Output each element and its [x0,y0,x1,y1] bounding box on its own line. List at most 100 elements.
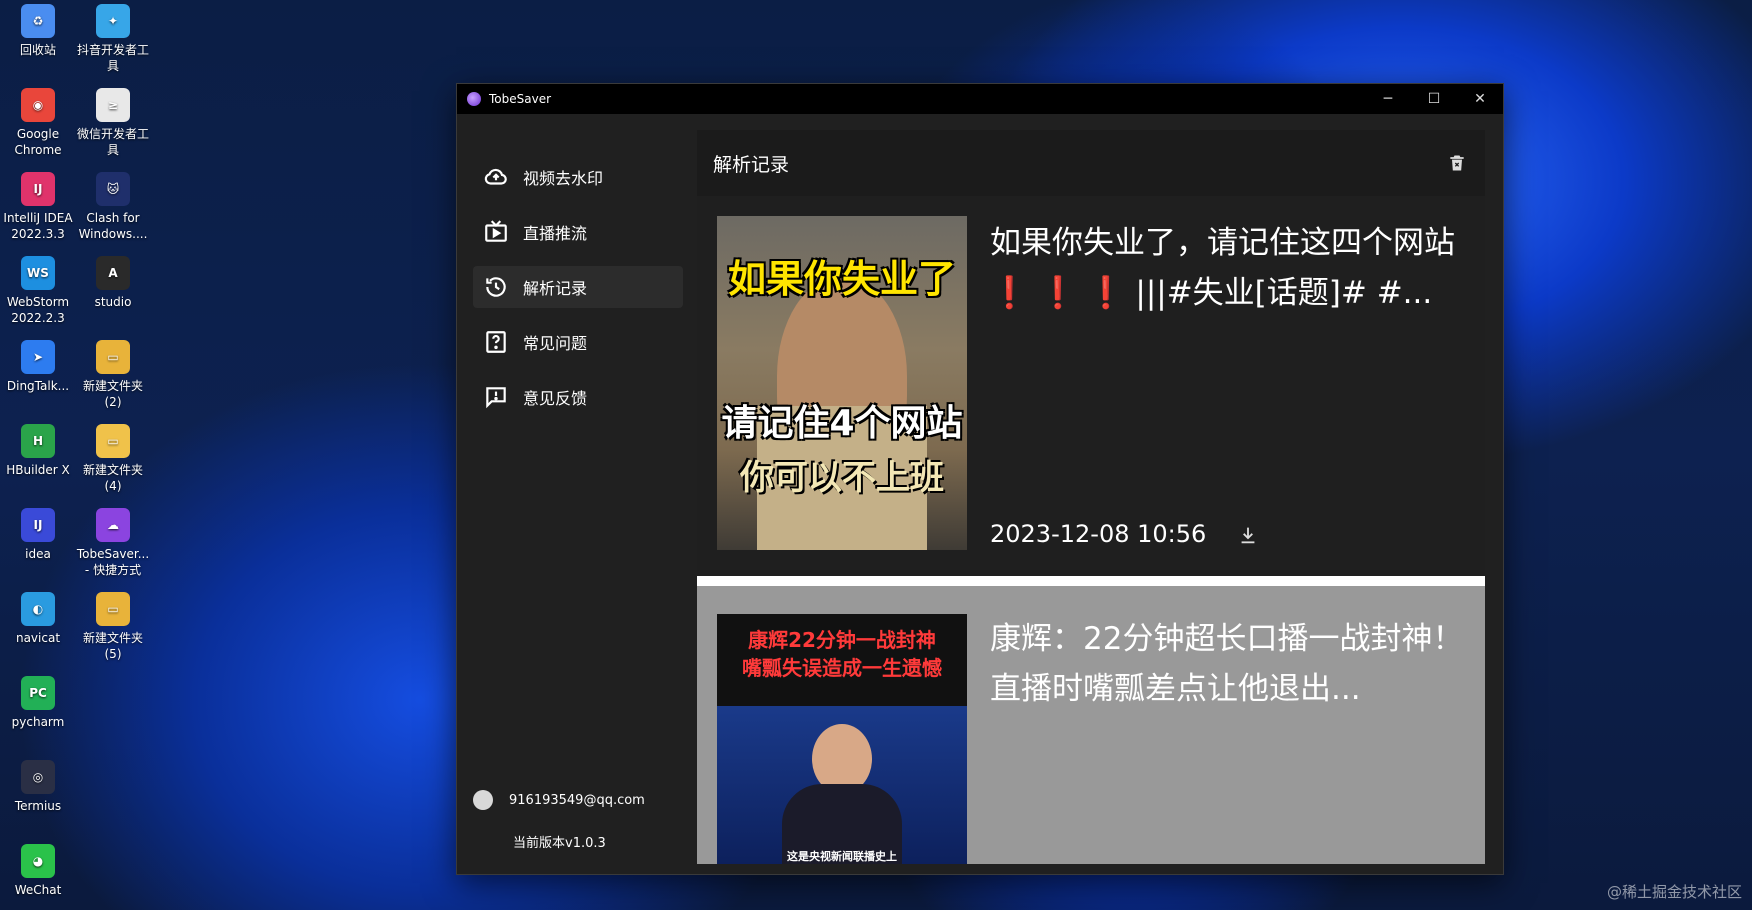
thumb-caption-sub: 嘴瓢失误造成一生遗憾 [742,656,942,680]
app-shortcut-icon: IJ [21,508,55,542]
desktop-icon[interactable]: IJ IntelliJ IDEA 2022.3.3 [0,168,76,242]
desktop-icon[interactable]: ▭ 新建文件夹 (4) [75,420,151,494]
record-card[interactable]: 康辉22分钟一战封神 嘴瓢失误造成一生遗憾 这是央视新闻联播史上 康辉：22分钟… [697,586,1485,864]
nav-label: 解析记录 [523,279,588,298]
desktop-icon[interactable]: ➤ DingTalk... [0,336,76,394]
desktop-icon[interactable]: ◎ Termius [0,756,76,814]
desktop-icon[interactable]: 🐱 Clash for Windows.... [75,168,151,242]
desktop-icon[interactable]: WS WebStorm 2022.2.3 [0,252,76,326]
nav-item-feedback[interactable]: 意见反馈 [473,376,683,418]
desktop-icon[interactable]: Astudio [75,252,151,310]
user-account[interactable]: 916193549@qq.com [473,790,645,810]
desktop-icon-label: HBuilder X [6,463,70,477]
card-divider [697,576,1485,586]
app-shortcut-icon: ▭ [96,592,130,626]
cloud-upload-icon [484,168,507,185]
app-shortcut-icon: ♻ [21,4,55,38]
desktop-icon-label: Termius [14,799,62,813]
nav-item-live-stream[interactable]: 直播推流 [473,211,683,253]
app-shortcut-icon: A [96,256,130,290]
desktop-icon[interactable]: ✦ 抖音开发者工 具 [75,0,151,74]
main-header: 解析记录 [697,130,1485,196]
desktop-icon[interactable]: PC pycharm [0,672,76,730]
trash-icon[interactable] [1447,153,1467,173]
app-shortcut-icon: 🐱 [96,172,130,206]
thumb-caption-top: 康辉22分钟一战封神 [748,628,936,652]
desktop-icon-label: idea [25,547,51,561]
history-icon [486,277,506,297]
desktop-icon-label: 新建文件夹 (4) [82,463,143,493]
sidebar: 视频去水印 直播推流 解析记录 常见问题 意见反馈 916193549@qq.c… [457,114,689,874]
user-email: 916193549@qq.com [509,792,645,808]
title-bar[interactable]: TobeSaver ─ ☐ ✕ [457,84,1503,114]
app-shortcut-icon: WS [21,256,55,290]
record-title-tags: |||#失业[话题]# #... [1135,275,1433,311]
close-button[interactable]: ✕ [1457,84,1503,114]
record-title[interactable]: 康辉：22分钟超长口播一战封神！直播时嘴瓢差点让他退出... [990,614,1465,714]
nav-label: 意见反馈 [523,389,588,408]
avatar [473,790,493,810]
nav-item-faq[interactable]: 常见问题 [473,321,683,363]
app-shortcut-icon: ☁ [96,508,130,542]
nav-item-history[interactable]: 解析记录 [473,266,683,308]
desktop-icon-label: Google Chrome [14,127,62,157]
nav-label: 视频去水印 [523,169,604,188]
desktop-icon-label: navicat [15,631,61,645]
desktop-icon-label: 抖音开发者工 具 [76,43,149,73]
maximize-button[interactable]: ☐ [1411,84,1457,114]
question-icon [486,331,506,353]
desktop-icon-label: studio [94,295,132,309]
app-shortcut-icon: ◐ [21,592,55,626]
nav-item-remove-watermark[interactable]: 视频去水印 [473,156,683,198]
desktop-icon-label: WeChat [14,883,62,897]
feedback-icon [486,387,506,409]
desktop-icon[interactable]: ≥ 微信开发者工 具 [75,84,151,158]
version-label: 当前版本v1.0.3 [513,836,606,851]
desktop-icon-label: 新建文件夹 (2) [82,379,143,409]
video-thumbnail[interactable]: 如果你失业了 请记住4个网站 你可以不上班 [717,216,967,550]
desktop-icon[interactable]: ◉ Google Chrome [0,84,76,158]
window-title: TobeSaver [489,92,552,106]
app-shortcut-icon: PC [21,676,55,710]
desktop-icon[interactable]: H HBuilder X [0,420,76,478]
desktop-icon[interactable]: ▭ 新建文件夹 (2) [75,336,151,410]
desktop-icon[interactable]: ◐ navicat [0,588,76,646]
app-shortcut-icon: ≥ [96,88,130,122]
desktop-icon-label: 回收站 [19,43,56,57]
desktop-icon-label: IntelliJ IDEA 2022.3.3 [3,211,73,241]
thumb-caption-mid: 请记住4个网站 [721,403,963,444]
app-shortcut-icon: H [21,424,55,458]
video-thumbnail[interactable]: 康辉22分钟一战封神 嘴瓢失误造成一生遗憾 这是央视新闻联播史上 [717,614,967,864]
page-title: 解析记录 [713,153,790,176]
nav-label: 直播推流 [523,224,588,243]
desktop-icon-label: 微信开发者工 具 [76,127,149,157]
desktop-icon-label: Clash for Windows.... [78,211,148,241]
app-icon [467,92,481,106]
app-shortcut-icon: ◕ [21,844,55,878]
record-card[interactable]: 如果你失业了 请记住4个网站 你可以不上班 如果你失业了，请记住这四个网站 ❗ ❗… [697,196,1485,576]
thumb-caption-bottom: 你可以不上班 [740,458,944,498]
record-title-marks: ❗ ❗ ❗ [990,275,1126,311]
desktop-icon[interactable]: ♻ 回收站 [0,0,76,58]
thumb-caption-top: 如果你失业了 [727,257,956,301]
minimize-button[interactable]: ─ [1365,84,1411,114]
tobesaver-window: TobeSaver ─ ☐ ✕ 视频去水印 直播推流 解析记录 常见问题 意见反… [456,83,1504,875]
watermark: @稀土掘金技术社区 [1606,883,1742,901]
desktop-icon[interactable]: ▭ 新建文件夹 (5) [75,588,151,662]
download-icon[interactable] [1237,524,1259,546]
desktop-icon[interactable]: ◕ WeChat [0,840,76,898]
main-panel: 解析记录 如果你失业了 请记住4个网站 你可以不上班 如果你失业了，请记住这四个… [697,130,1485,864]
app-shortcut-icon: ▭ [96,340,130,374]
desktop-icon[interactable]: ☁ TobeSaver... - 快捷方式 [75,504,151,578]
app-shortcut-icon: ➤ [21,340,55,374]
record-title[interactable]: 如果你失业了，请记住这四个网站 ❗ ❗ ❗ |||#失业[话题]# #... [990,218,1465,318]
record-time: 2023-12-08 10:56 [990,520,1207,548]
desktop-icon[interactable]: IJ idea [0,504,76,562]
desktop-icon-label: 新建文件夹 (5) [82,631,143,661]
thumb-caption-bottom: 这是央视新闻联播史上 [787,850,897,863]
desktop-icon-label: pycharm [11,715,65,729]
app-shortcut-icon: ◎ [21,760,55,794]
record-title-text: 如果你失业了，请记住这四个网站 [990,225,1455,261]
tv-play-icon [485,220,507,242]
desktop-icon-label: DingTalk... [6,379,70,393]
